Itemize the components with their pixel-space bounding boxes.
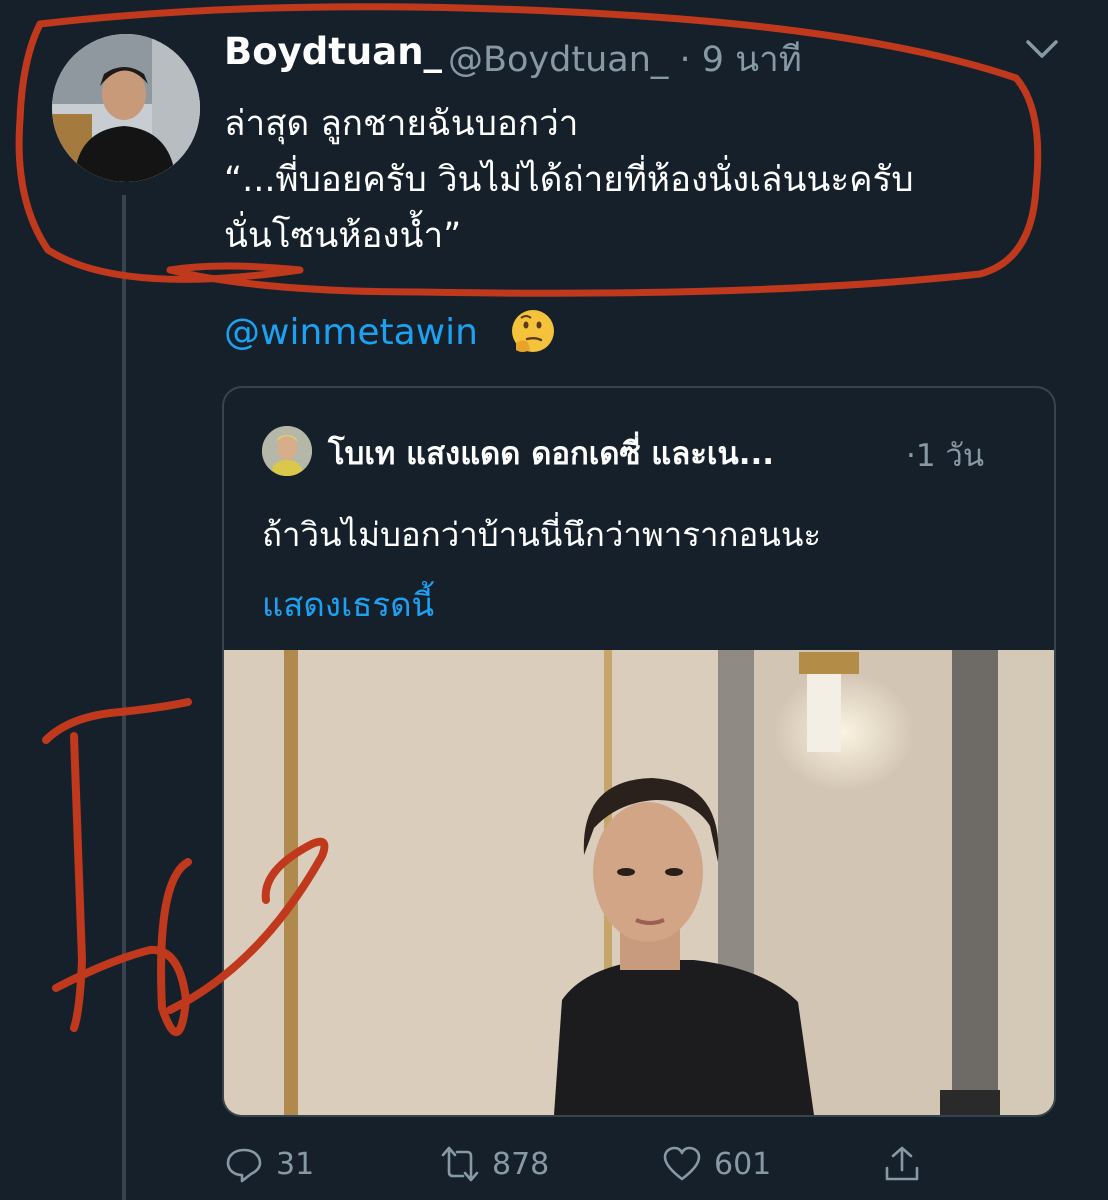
thinking-face-emoji bbox=[512, 310, 554, 352]
like-icon bbox=[663, 1146, 701, 1181]
chevron-down-icon[interactable] bbox=[1022, 34, 1062, 66]
quoted-text: ถ้าวินไม่บอกว่าบ้านนี่นึกว่าพารากอนนะ bbox=[262, 515, 822, 554]
tweet-text-line: “...พี่บอยครับ วินไม่ได้ถ่ายที่ห้องนั่งเ… bbox=[224, 160, 914, 200]
reply-count: 31 bbox=[276, 1146, 315, 1182]
reply-button[interactable]: 31 bbox=[224, 1142, 314, 1186]
retweet-button[interactable]: 878 bbox=[440, 1142, 549, 1186]
like-count: 601 bbox=[714, 1146, 772, 1182]
quoted-author-name[interactable]: โบเท แสงแดด ดอกเดซี่ และเน... bbox=[328, 428, 774, 478]
quoted-tweet-card[interactable]: โบเท แสงแดด ดอกเดซี่ และเน... ·1 วัน ถ้า… bbox=[222, 386, 1056, 1117]
share-icon bbox=[885, 1146, 919, 1181]
mention-link[interactable]: @winmetawin bbox=[224, 312, 478, 353]
red-handwriting-annotation bbox=[42, 698, 192, 1032]
share-button[interactable] bbox=[882, 1142, 922, 1186]
retweet-count: 878 bbox=[492, 1146, 550, 1182]
quoted-avatar[interactable] bbox=[262, 426, 312, 476]
like-button[interactable]: 601 bbox=[662, 1142, 771, 1186]
retweet-icon bbox=[441, 1146, 479, 1182]
quoted-photo[interactable] bbox=[224, 650, 1054, 1115]
avatar[interactable] bbox=[52, 34, 200, 182]
avatar-photo bbox=[52, 34, 200, 182]
reply-icon bbox=[226, 1148, 262, 1183]
quoted-avatar-photo bbox=[262, 426, 312, 476]
show-thread-link[interactable]: แสดงเธรดนี้ bbox=[262, 578, 434, 631]
author-handle-time[interactable]: @Boydtuan_ · 9 นาที bbox=[448, 32, 802, 87]
tweet-text-line: นั่นโซนห้องน้ำ” bbox=[224, 216, 462, 256]
thread-connector-line bbox=[122, 195, 126, 1200]
author-name[interactable]: Boydtuan_ bbox=[224, 30, 442, 73]
tweet-text-line: ล่าสุด ลูกชายฉันบอกว่า bbox=[224, 104, 579, 144]
quoted-time: ·1 วัน bbox=[906, 438, 985, 474]
